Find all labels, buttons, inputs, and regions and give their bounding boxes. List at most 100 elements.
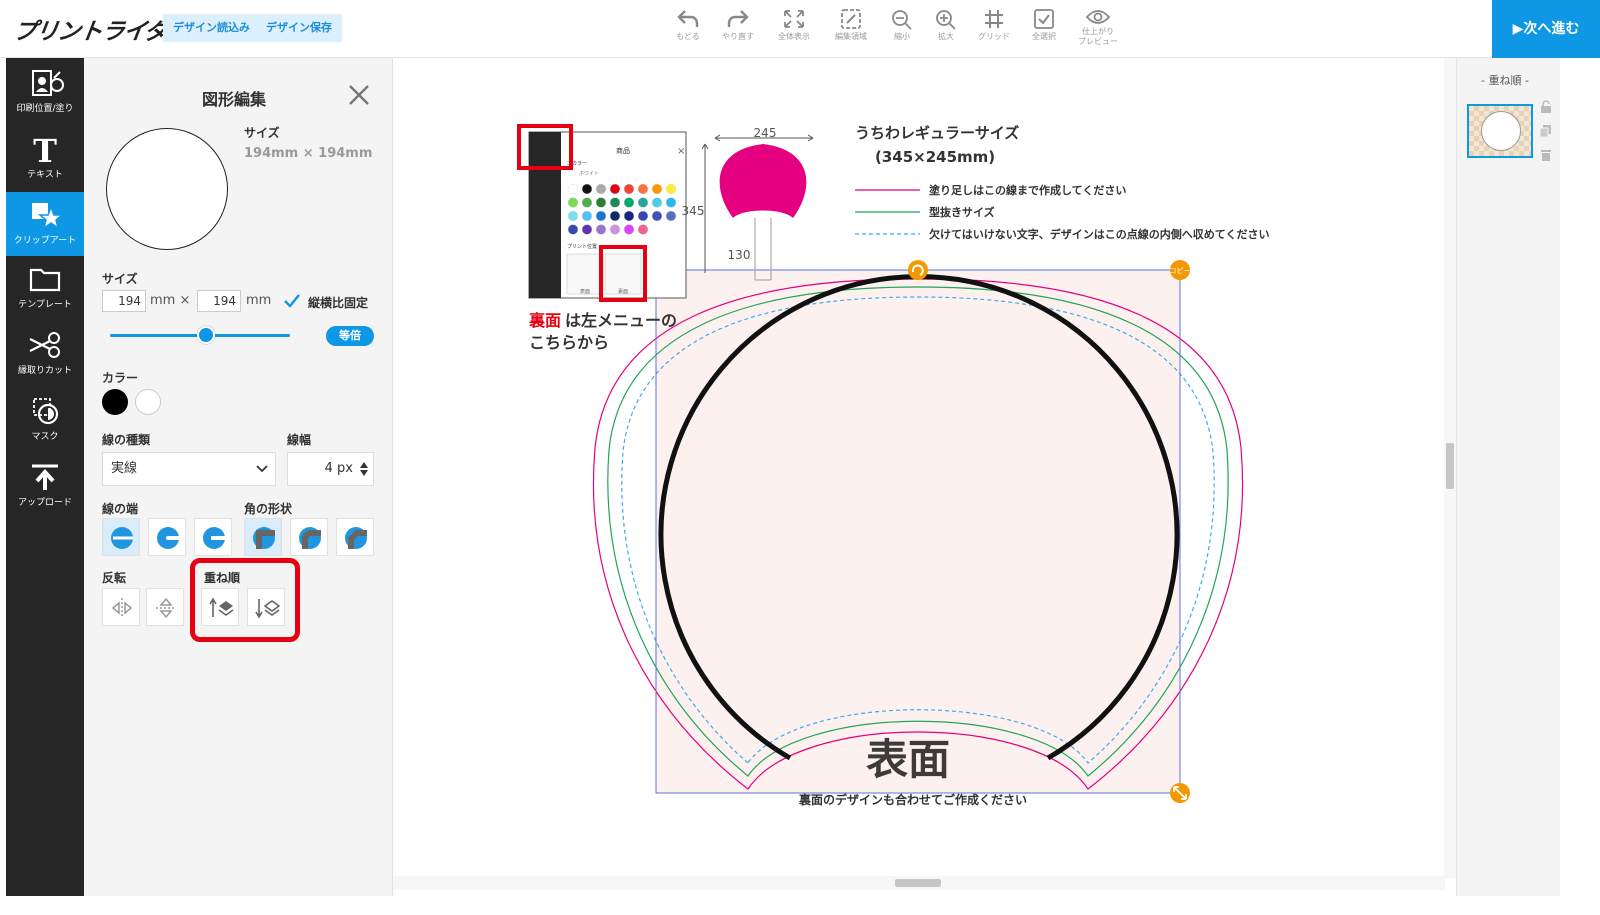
layer-panel-title: - 重ね順 - [1481,74,1529,87]
mini-color-dot [609,197,621,208]
duplicate-icon[interactable] [1539,124,1553,138]
sidebar-item-template[interactable]: テンプレート [6,256,84,320]
sidebar-item-border-cut[interactable]: 縁取りカット [6,322,84,386]
sidebar-label: マスク [31,432,59,442]
mini-close-icon: × [677,146,685,157]
svg-text:T: T [33,134,57,164]
horizontal-scroll-thumb[interactable] [895,879,941,887]
spinner-icon[interactable] [359,461,369,477]
flip-label: 反転 [102,571,127,585]
mini-color-dot [581,210,593,222]
corner-round-button[interactable] [290,518,328,556]
color-swatch-white[interactable] [135,389,161,415]
close-icon[interactable] [348,84,370,106]
sidebar-item-print-position[interactable]: 印刷位置/塗り [6,60,84,124]
sidebar-item-mask[interactable]: マスク [6,388,84,452]
mini-color-dot [637,210,649,222]
mini-color-dot [567,183,579,195]
width-input[interactable]: 194 [102,290,146,312]
mini-color-dot [581,183,593,195]
mini-color-dot [637,197,649,208]
corner-round-icon [299,527,321,549]
next-step-button[interactable]: ▶次へ進む [1492,0,1600,58]
mini-color-dot [623,197,635,208]
zoom-out-icon [892,10,912,30]
line-end-label: 線の端 [102,502,139,516]
mini-color-dot [609,224,621,235]
line-end-round-icon [157,527,181,549]
scissors-icon [29,332,60,358]
grid-label: グリッド [978,32,1010,41]
canvas-svg[interactable]: コピー 表面 裏面のデザインも合わせてご作成ください 商品 × ニカラー ホワイ… [393,58,1445,878]
corner-miter-button[interactable] [244,518,282,556]
preview-button[interactable]: 仕上がり プレビュー [1070,8,1126,47]
save-design-button[interactable]: デザイン保存 [256,14,342,42]
face-label: 表面 [866,735,950,784]
vertical-scrollbar[interactable] [1444,58,1456,878]
layer-item-circle[interactable] [1467,104,1533,158]
mini-color-dot [651,197,663,208]
grid-button[interactable]: グリッド [966,8,1022,42]
redo-button[interactable]: やり直す [710,8,766,42]
aspect-lock-label[interactable]: 縦横比固定 [308,294,368,311]
color-swatch-black[interactable] [102,389,128,415]
mini-back-thumb [604,253,642,295]
text-icon: T [33,134,57,164]
flip-horizontal-button[interactable] [102,588,140,626]
mini-color-dot [665,183,677,195]
sidebar-item-clipart[interactable]: クリップアート [6,192,84,256]
height-input[interactable]: 194 [197,290,241,312]
line-end-square-button[interactable] [194,518,232,556]
fit-all-button[interactable]: 全体表示 [766,8,822,42]
mini-front-thumb [566,253,604,295]
sidebar-label: 印刷位置/塗り [16,104,74,114]
unlock-icon[interactable] [1539,100,1553,114]
fit-icon [784,10,804,28]
line-end-butt-icon [111,527,133,549]
flip-horizontal-icon [111,598,133,618]
corner-bevel-icon [345,527,367,549]
line-type-select[interactable]: 実線 [102,452,276,486]
line-width-input[interactable]: 4 px [287,452,374,486]
clipart-icon [32,203,65,230]
flip-vertical-button[interactable] [146,588,184,626]
select-all-label: 全選択 [1032,32,1056,41]
mini-color-dot [609,210,621,222]
mini-print-label: プリント位置 [567,243,597,250]
sidebar-item-upload[interactable]: アップロード [6,454,84,518]
mini-color-dot [623,183,635,195]
undo-button[interactable]: もどる [660,8,716,42]
redo-label: やり直す [722,32,754,41]
mini-color-dot [665,210,677,222]
actual-size-button[interactable]: 等倍 [326,326,374,346]
mini-color-dot [665,197,677,208]
corner-bevel-button[interactable] [336,518,374,556]
spec-title-1: うちわレギュラーサイズ [855,124,1019,142]
line-end-round-button[interactable] [148,518,186,556]
horizontal-scrollbar[interactable] [393,876,1445,890]
mini-color-dot [637,183,649,195]
select-all-button[interactable]: 全選択 [1016,8,1072,42]
sidebar-label: 縁取りカット [17,366,72,376]
design-canvas[interactable]: コピー 表面 裏面のデザインも合わせてご作成ください 商品 × ニカラー ホワイ… [393,58,1445,878]
load-design-button[interactable]: デザイン読込み [163,14,260,42]
zoom-in-icon [936,10,956,30]
uchiwa-illustration [719,144,807,218]
line-end-butt-button[interactable] [102,518,140,556]
trash-icon[interactable] [1539,148,1553,162]
mini-color-dot [609,183,621,195]
line-width-label: 線幅 [287,433,312,447]
sidebar-label: テキスト [27,170,63,180]
mini-color-dot [595,224,607,235]
redo-icon [727,10,749,27]
sidebar-item-text[interactable]: T テキスト [6,126,84,190]
chevron-down-icon [256,465,268,473]
dim-345: 345 [682,204,705,218]
size-slider-handle[interactable] [197,326,215,344]
rotate-handle[interactable] [908,260,928,280]
vertical-scroll-thumb[interactable] [1446,443,1454,489]
mini-color-dot [623,224,635,235]
checkmark-icon[interactable] [282,292,302,310]
edit-area-button[interactable]: 編集領域 [823,8,879,42]
mini-color-dot [637,224,649,235]
